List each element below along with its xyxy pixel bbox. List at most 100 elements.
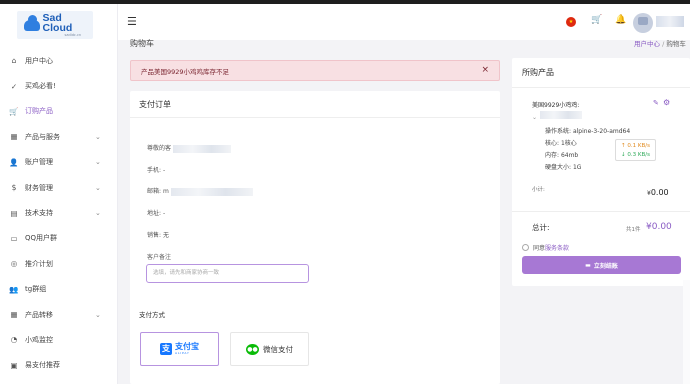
payment-title: 支付订单	[130, 91, 500, 118]
checkout-label: 立刻结账	[593, 262, 618, 270]
product-card: 所购产品 美国9929小鸡鸡: ✎ ⚙ ⌄ 操作系统: alpine-3-20-…	[512, 58, 690, 286]
alert-message: 产品美国9929小鸡鸡库存不足	[141, 67, 230, 76]
alipay-option[interactable]: 支 支付宝 ALIPAY	[140, 332, 219, 366]
cpu-row: 核心: 1核心	[545, 138, 577, 147]
transfer-icon: ▦	[10, 310, 18, 320]
user-icon: 👤	[9, 157, 19, 167]
sidebar-item-3[interactable]: ▦ 产品与服务 ⌄	[0, 124, 118, 149]
speed-down: ↓ 0.3 KB/s	[621, 152, 650, 158]
speed-up: ↑ 0.1 KB/s	[621, 143, 650, 149]
sidebar-item-label: 买鸡必看!	[25, 82, 56, 91]
phone-row: 手机: -	[147, 165, 165, 174]
sidebar-item-1[interactable]: ✓ 买鸡必看!	[0, 73, 118, 98]
os-label: 操作系统:	[545, 128, 572, 135]
product-name: 美国9929小鸡鸡:	[532, 102, 580, 109]
remark-label: 客户备注	[147, 254, 172, 261]
home-icon: ⌂	[11, 56, 17, 66]
terms-radio[interactable]	[522, 244, 529, 251]
address-label: 地址:	[147, 210, 162, 217]
payment-methods-label: 支付方式	[139, 311, 165, 319]
gear-icon[interactable]: ⚙	[663, 98, 670, 107]
monitor-icon: ◔	[10, 335, 18, 345]
alipay-icon: 支	[160, 343, 172, 355]
sidebar-item-12[interactable]: ▣ 易支付推荐	[0, 353, 118, 378]
mem-row: 内存: 64mb	[545, 150, 578, 159]
sidebar-item-10[interactable]: ▦ 产品转移 ⌄	[0, 302, 118, 327]
sidebar-item-7[interactable]: ▭ QQ用户群	[0, 226, 118, 251]
grid-icon: ▦	[10, 132, 18, 142]
divider	[512, 211, 690, 212]
network-speed: ↑ 0.1 KB/s ↓ 0.3 KB/s	[615, 139, 656, 161]
subtotal-value-wrap: ¥0.00	[647, 188, 669, 197]
cloud-logo-icon	[24, 14, 40, 31]
product-title: 所购产品	[512, 58, 690, 88]
remark-input[interactable]: 选填，请先和商家协商一致	[146, 264, 309, 283]
checkout-icon: ▬	[585, 261, 591, 269]
sidebar-item-8[interactable]: ◎ 推介计划	[0, 251, 118, 276]
bell-icon[interactable]: 🔔	[615, 15, 626, 25]
terms-agreement: 同意 服务条款	[522, 243, 569, 252]
cn-flag-icon[interactable]: ★	[566, 17, 576, 27]
edit-icon[interactable]: ✎	[653, 99, 659, 107]
address-row: 地址: -	[147, 208, 165, 217]
scrollbar[interactable]	[683, 280, 690, 384]
cpu-value: 1核心	[560, 140, 577, 147]
username-redacted[interactable]	[656, 16, 684, 27]
sidebar-item-0[interactable]: ⌂ 用户中心	[0, 48, 118, 73]
total-count: 共1件	[626, 227, 641, 233]
customer-label: 尊敬的客	[147, 145, 172, 152]
wechat-label: 微信支付	[263, 344, 293, 354]
cart-icon: 🛒	[9, 106, 19, 116]
sidebar-item-2[interactable]: 🛒 订购产品	[0, 99, 118, 124]
share-icon: ◎	[10, 259, 18, 269]
logo-name: Sad Cloud	[42, 12, 73, 34]
wechat-icon: ●●	[246, 343, 259, 355]
subtotal-value: 0.00	[650, 188, 669, 197]
chevron-down-icon: ⌄	[95, 132, 101, 141]
total-value: ¥0.00	[646, 222, 672, 232]
group-icon: 👥	[9, 284, 19, 294]
sidebar: Sad Cloud sadidc.cn ⌂ 用户中心 ✓ 买鸡必看! 🛒 订购产品 ▦ 产品与…	[0, 4, 118, 384]
money-icon: $	[11, 183, 17, 193]
sidebar-item-label: 技术支持	[25, 209, 53, 218]
subtotal-label: 小计:	[532, 187, 545, 193]
page-title: 购物车	[130, 39, 154, 48]
close-icon[interactable]: ×	[481, 65, 489, 75]
cart-icon[interactable]: 🛒	[591, 15, 602, 25]
breadcrumb: 用户中心 / 购物车	[634, 38, 686, 48]
sales-value: 无	[162, 232, 169, 239]
logo-sub: sadidc.cn	[64, 33, 82, 37]
chevron-down-icon: ⌄	[95, 183, 101, 192]
sidebar-item-label: 账户管理	[25, 158, 53, 167]
breadcrumb-home[interactable]: 用户中心	[634, 40, 660, 48]
sidebar-item-11[interactable]: ◔ 小鸡监控	[0, 327, 118, 352]
customer-row: 尊敬的客	[147, 143, 231, 153]
ticket-icon: ▤	[10, 208, 18, 218]
payment-card: 支付订单 尊敬的客 手机: - 邮箱: m 地址: - 销售: 无 客户备注 选…	[130, 91, 500, 384]
logo[interactable]: Sad Cloud sadidc.cn	[17, 11, 93, 39]
alipay-sub: ALIPAY	[175, 351, 190, 355]
chevron-down-icon[interactable]: ⌄	[532, 114, 537, 121]
breadcrumb-sep: /	[662, 40, 665, 48]
pay-icon: ▣	[10, 360, 18, 370]
cpu-label: 核心:	[545, 140, 560, 147]
sidebar-item-6[interactable]: ▤ 技术支持 ⌄	[0, 200, 118, 225]
sidebar-item-4[interactable]: 👤 账户管理 ⌄	[0, 150, 118, 175]
agree-text: 同意	[533, 245, 546, 252]
sidebar-item-label: 小鸡监控	[25, 335, 53, 344]
phone-label: 手机:	[147, 167, 162, 174]
email-label: 邮箱:	[147, 188, 162, 195]
terms-link[interactable]: 服务条款	[545, 243, 569, 252]
sales-label: 销售:	[147, 232, 162, 239]
avatar[interactable]	[633, 13, 653, 33]
address-value: -	[162, 210, 166, 217]
breadcrumb-current: 购物车	[666, 40, 686, 48]
sidebar-nav: ⌂ 用户中心 ✓ 买鸡必看! 🛒 订购产品 ▦ 产品与服务 ⌄ 👤 账户管理 ⌄ $ 财务管理 ⌄ ▤ 技术支持…	[0, 48, 118, 378]
wechat-option[interactable]: ●● 微信支付	[230, 332, 309, 366]
hamburger-icon[interactable]: ☰	[127, 15, 137, 28]
sidebar-item-label: 产品与服务	[25, 132, 60, 141]
sales-row: 销售: 无	[147, 230, 169, 239]
sidebar-item-9[interactable]: 👥 tg群组	[0, 277, 118, 302]
checkout-button[interactable]: ▬ 立刻结账	[522, 256, 681, 274]
sidebar-item-5[interactable]: $ 财务管理 ⌄	[0, 175, 118, 200]
